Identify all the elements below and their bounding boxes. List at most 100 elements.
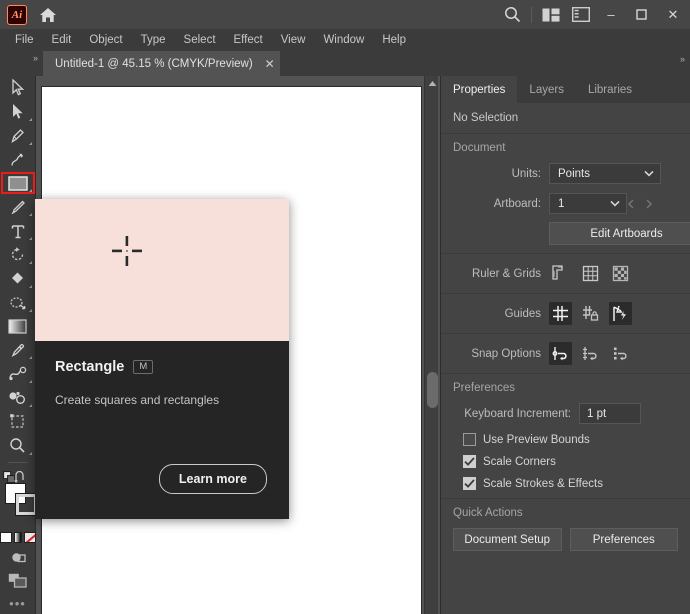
menu-select[interactable]: Select (175, 31, 225, 49)
artboard-row: Artboard: 1 (453, 193, 678, 214)
scale-strokes-effects-checkbox[interactable] (463, 477, 476, 490)
drawing-mode-icon[interactable] (0, 545, 36, 569)
menu-type[interactable]: Type (132, 31, 175, 49)
tab-properties[interactable]: Properties (441, 76, 517, 103)
scale-strokes-effects-row[interactable]: Scale Strokes & Effects (453, 477, 678, 490)
tab-libraries[interactable]: Libraries (576, 76, 644, 103)
symbol-sprayer-tool[interactable] (0, 386, 36, 410)
menu-effect[interactable]: Effect (225, 31, 272, 49)
title-bar: Ai – ✕ (0, 0, 690, 29)
menu-file[interactable]: File (6, 31, 43, 49)
tool-flyout-indicator (29, 452, 32, 455)
show-rulers-icon[interactable] (549, 262, 572, 285)
tooltip-title: Rectangle (55, 359, 124, 375)
tool-flyout-indicator (29, 237, 32, 240)
use-preview-bounds-checkbox[interactable] (463, 433, 476, 446)
preferences-section: Preferences Keyboard Increment: 1 pt Use… (441, 374, 690, 499)
document-setup-button[interactable]: Document Setup (453, 528, 562, 551)
home-icon[interactable] (35, 0, 61, 29)
edit-toolbar-button[interactable]: ••• (0, 593, 36, 614)
type-tool[interactable] (0, 219, 36, 243)
chevron-double-right-icon: » (680, 54, 684, 64)
zoom-tool[interactable] (0, 434, 36, 458)
tool-flyout-indicator (29, 285, 32, 288)
gradient-tool[interactable] (0, 315, 36, 339)
toolbar-collapse-button[interactable]: » (0, 51, 42, 76)
eyedropper-tool[interactable] (0, 338, 36, 362)
document-tab-label: Untitled-1 @ 45.15 % (CMYK/Preview) (55, 58, 253, 70)
document-tab[interactable]: Untitled-1 @ 45.15 % (CMYK/Preview) ✕ (43, 51, 286, 76)
ruler-grids-row: Ruler & Grids (453, 262, 678, 285)
search-icon[interactable] (497, 0, 527, 29)
minimize-button[interactable]: – (596, 0, 626, 29)
pasteboard-top (36, 76, 440, 86)
tooltip-preview-image (35, 199, 289, 341)
tools-panel: ••• (0, 76, 36, 614)
edit-artboards-button[interactable]: Edit Artboards (549, 222, 690, 245)
canvas-vertical-scrollbar[interactable] (424, 76, 438, 614)
free-transform-tool[interactable] (0, 291, 36, 315)
arrange-documents-icon[interactable] (536, 0, 566, 29)
stroke-color-swatch[interactable] (16, 494, 37, 515)
rectangle-tool[interactable] (0, 171, 36, 195)
quick-actions-section: Quick Actions Document Setup Preferences (441, 499, 690, 559)
document-heading: Document (453, 142, 678, 154)
pen-tool[interactable] (0, 124, 36, 148)
keyboard-increment-input[interactable]: 1 pt (579, 403, 641, 424)
selection-tool[interactable] (0, 76, 36, 100)
maximize-button[interactable] (626, 0, 656, 29)
properties-panel: Properties Layers Libraries No Selection… (440, 76, 690, 614)
menu-object[interactable]: Object (80, 31, 131, 49)
scrollbar-thumb[interactable] (427, 372, 438, 408)
show-guides-icon[interactable] (549, 302, 572, 325)
artboard-tool[interactable] (0, 410, 36, 434)
panel-tab-bar: Properties Layers Libraries (441, 76, 690, 103)
workspace-switcher-icon[interactable] (566, 0, 596, 29)
units-select[interactable]: Points (549, 163, 661, 184)
selection-status: No Selection (441, 103, 690, 134)
menu-help[interactable]: Help (373, 31, 415, 49)
units-label: Units: (453, 168, 541, 180)
scroll-up-arrow-icon[interactable] (425, 76, 439, 90)
tool-flyout-indicator (29, 189, 32, 192)
close-icon[interactable]: ✕ (265, 57, 275, 71)
show-grid-icon[interactable] (579, 262, 602, 285)
use-preview-bounds-row[interactable]: Use Preview Bounds (453, 433, 678, 446)
screen-mode-icon[interactable] (0, 569, 36, 593)
paintbrush-tool[interactable] (0, 195, 36, 219)
color-fill-icon[interactable] (0, 532, 12, 543)
previous-artboard-button[interactable] (627, 199, 645, 209)
preferences-button[interactable]: Preferences (570, 528, 679, 551)
scale-corners-checkbox[interactable] (463, 455, 476, 468)
snap-to-grid-icon[interactable] (579, 342, 602, 365)
swap-fill-stroke-icon[interactable] (14, 471, 27, 483)
tool-flyout-indicator (29, 142, 32, 145)
blend-tool[interactable] (0, 362, 36, 386)
tab-layers[interactable]: Layers (517, 76, 576, 103)
next-artboard-button[interactable] (645, 199, 663, 209)
properties-collapse-button[interactable]: » (650, 51, 690, 76)
units-value: Points (558, 168, 590, 180)
tool-flyout-indicator (29, 380, 32, 383)
curvature-tool[interactable] (0, 148, 36, 172)
snap-to-pixel-icon[interactable] (609, 342, 632, 365)
direct-selection-tool[interactable] (0, 100, 36, 124)
snap-to-point-icon[interactable] (549, 342, 572, 365)
menu-window[interactable]: Window (314, 31, 373, 49)
shape-builder-tool[interactable] (0, 267, 36, 291)
gradient-fill-icon[interactable] (14, 532, 22, 543)
show-transparency-grid-icon[interactable] (609, 262, 632, 285)
crosshair-cursor-icon (110, 234, 144, 268)
tooltip-body: Rectangle M Create squares and rectangle… (35, 341, 289, 519)
rotate-tool[interactable] (0, 243, 36, 267)
menu-view[interactable]: View (272, 31, 315, 49)
smart-guides-icon[interactable] (609, 302, 632, 325)
close-button[interactable]: ✕ (656, 0, 690, 29)
artboard-select[interactable]: 1 (549, 193, 627, 214)
learn-more-button[interactable]: Learn more (159, 464, 267, 494)
menu-edit[interactable]: Edit (43, 31, 81, 49)
none-fill-icon[interactable] (24, 532, 36, 543)
lock-guides-icon[interactable] (579, 302, 602, 325)
scale-corners-row[interactable]: Scale Corners (453, 455, 678, 468)
tool-flyout-indicator (29, 118, 32, 121)
